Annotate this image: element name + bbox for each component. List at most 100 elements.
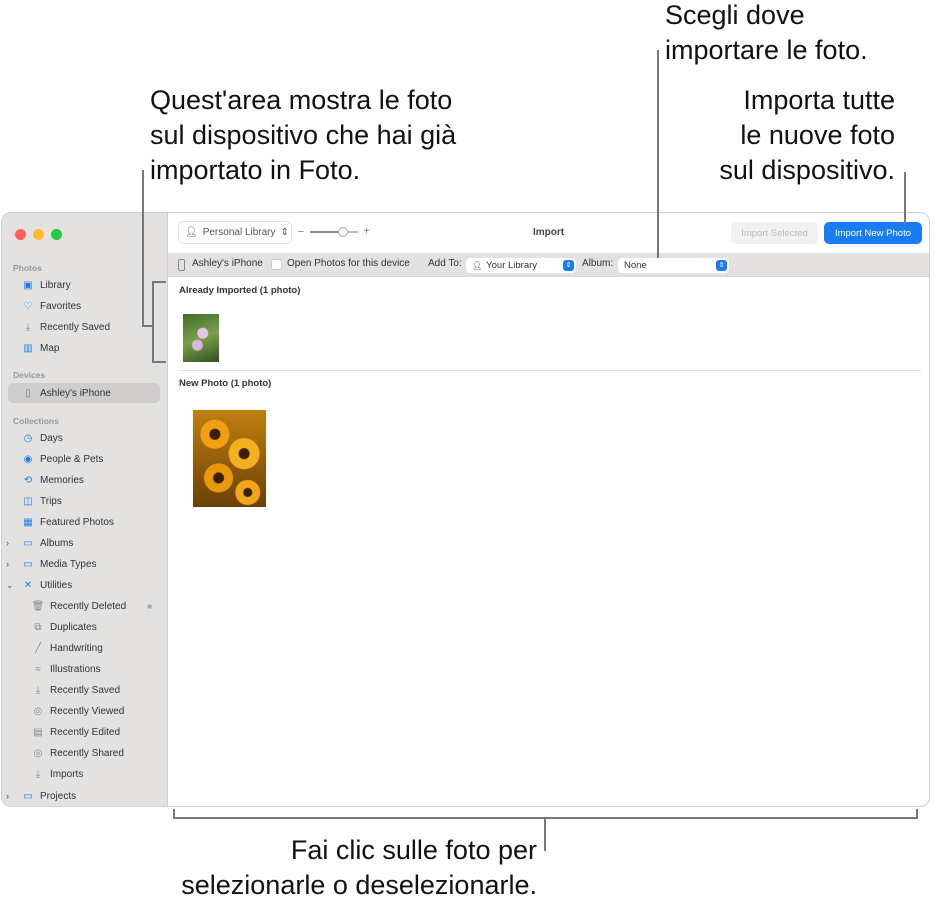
label: People & Pets (40, 453, 104, 465)
sidebar-item-recently-viewed[interactable]: ◎ Recently Viewed (8, 701, 160, 721)
callout-line: le nuove foto (740, 120, 895, 150)
sidebar-item-illustrations[interactable]: ≈ Illustrations (8, 659, 160, 679)
open-photos-label: Open Photos for this device (287, 258, 410, 269)
divider (179, 370, 921, 371)
callout-import-all: Importa tutte le nuove foto sul disposit… (719, 83, 895, 188)
sidebar-item-albums[interactable]: ▭ Albums (8, 533, 160, 553)
sidebar-item-media-types[interactable]: ▭ Media Types (8, 554, 160, 574)
already-imported-photo[interactable] (183, 314, 219, 362)
label: Ashley's iPhone (40, 387, 111, 399)
heart-icon: ♡ (23, 300, 33, 312)
import-new-photo-button[interactable]: Import New Photo (824, 222, 922, 244)
window-controls (15, 229, 62, 240)
new-photo-heading: New Photo (1 photo) (179, 378, 272, 389)
share-icon: ◎ (33, 747, 43, 759)
sidebar-item-handwriting[interactable]: ╱ Handwriting (8, 638, 160, 658)
minimize-button[interactable] (33, 229, 44, 240)
sidebar-item-recently-saved-util[interactable]: ⤓ Recently Saved (8, 680, 160, 700)
sidebar-item-memories[interactable]: ⟲ Memories (8, 470, 160, 490)
sidebar-item-utilities[interactable]: ✕ Utilities (8, 575, 160, 595)
label: Recently Saved (50, 684, 121, 696)
album-label: Album: (582, 258, 614, 269)
callout-line: sul dispositivo. (719, 155, 895, 185)
add-to-popup[interactable]: 👤︎ Your Library ⇕ (466, 258, 576, 273)
label: Recently Shared (50, 747, 124, 759)
callout-line: selezionarle o deselezionarle. (181, 870, 537, 900)
sidebar-item-recently-saved[interactable]: ⤓ Recently Saved (8, 317, 160, 337)
import-selected-button[interactable]: Import Selected (731, 222, 818, 244)
section-collections: Collections (13, 416, 59, 426)
label: Featured Photos (40, 516, 114, 528)
sidebar-item-iphone[interactable]: ▯ Ashley's iPhone (8, 383, 160, 403)
photo-icon: ▦ (23, 516, 33, 528)
new-photo[interactable] (193, 410, 266, 507)
library-icon: ▣ (23, 279, 33, 291)
label: Handwriting (50, 642, 103, 654)
label: Memories (40, 474, 84, 486)
album-popup[interactable]: None ⇕ (618, 258, 729, 273)
edit-icon: ▤ (33, 726, 43, 738)
bracket (152, 361, 166, 363)
import-options-bar: Ashley's iPhone Open Photos for this dev… (168, 253, 929, 277)
sidebar-item-featured[interactable]: ▦ Featured Photos (8, 512, 160, 532)
download-icon: ⤓ (35, 684, 41, 696)
sidebar-item-library[interactable]: ▣ Library (8, 275, 160, 295)
callout-line: Fai clic sulle foto per (290, 835, 537, 865)
bracket (173, 809, 175, 819)
zoom-button[interactable] (51, 229, 62, 240)
sidebar-item-map[interactable]: ▥ Map (8, 338, 160, 358)
trash-icon: 🗑 (31, 600, 45, 612)
leader-line (904, 172, 906, 225)
updown-icon: ⇕ (716, 260, 727, 271)
section-photos: Photos (13, 263, 42, 273)
sidebar-item-recently-shared[interactable]: ◎ Recently Shared (8, 743, 160, 763)
leader-line (142, 170, 144, 326)
sidebar-item-days[interactable]: ◷ Days (8, 428, 160, 448)
label: Illustrations (50, 663, 101, 675)
add-to-label: Add To: (428, 258, 462, 269)
sidebar-item-projects[interactable]: ▭ Projects (8, 786, 160, 806)
tools-icon: ✕ (23, 579, 33, 591)
download-icon: ⤓ (25, 321, 31, 333)
bracket (916, 809, 918, 819)
label: Days (40, 432, 63, 444)
label: Recently Viewed (50, 705, 125, 717)
person-icon: ◉ (23, 453, 33, 465)
sidebar-item-recently-deleted[interactable]: 🗑 Recently Deleted ■ (8, 596, 160, 616)
album-value: None (624, 260, 647, 271)
label: Utilities (40, 579, 73, 591)
label: Duplicates (50, 621, 97, 633)
sidebar-item-imports[interactable]: ⤓ Imports (8, 764, 160, 784)
callout-already-imported: Quest'area mostra le foto sul dispositiv… (150, 83, 456, 188)
sidebar-item-duplicates[interactable]: ⧉ Duplicates (8, 617, 160, 637)
duplicate-icon: ⧉ (34, 621, 42, 633)
label: Projects (40, 790, 77, 802)
person-icon: 👤︎ (472, 261, 483, 270)
eye-icon: ◎ (33, 705, 43, 717)
illustration-icon: ≈ (35, 663, 41, 675)
callout-destination: Scegli dove importare le foto. (665, 0, 868, 68)
close-button[interactable] (15, 229, 26, 240)
label: Media Types (40, 558, 97, 570)
main-area: 👤︎ Personal Library ⇕ – + Import Import Sel… (168, 213, 929, 806)
callout-select: Fai clic sulle foto per selezionarle o d… (181, 833, 537, 903)
callout-line: sul dispositivo che hai già (150, 120, 457, 150)
memories-icon: ⟲ (23, 474, 33, 486)
sidebar-item-trips[interactable]: ◫ Trips (8, 491, 160, 511)
label: Recently Saved (40, 321, 111, 333)
label: Library (40, 279, 71, 291)
label: Albums (40, 537, 74, 549)
suitcase-icon: ◫ (23, 495, 33, 507)
sidebar-item-favorites[interactable]: ♡ Favorites (8, 296, 160, 316)
leader-line (657, 50, 659, 258)
clock-icon: ◷ (23, 432, 33, 444)
open-photos-checkbox[interactable] (271, 259, 282, 270)
callout-line: Scegli dove (665, 0, 805, 30)
add-to-value: Your Library (486, 260, 538, 271)
sidebar-item-recently-edited[interactable]: ▤ Recently Edited (8, 722, 160, 742)
label: Favorites (40, 300, 82, 312)
label: Recently Edited (50, 726, 121, 738)
sidebar-item-people[interactable]: ◉ People & Pets (8, 449, 160, 469)
callout-line: Quest'area mostra le foto (150, 85, 453, 115)
section-devices: Devices (13, 370, 46, 380)
